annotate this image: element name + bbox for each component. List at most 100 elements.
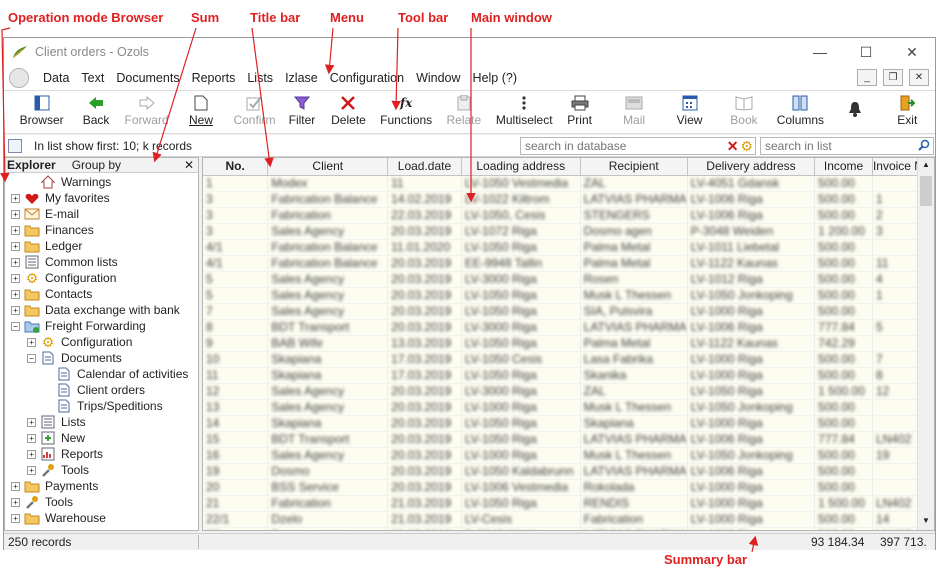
table-row[interactable]: 23 Dosmo agenss 21.03.2019 P-3048 Weiden LAT… xyxy=(203,527,934,530)
multiselect-button[interactable]: Multiselect xyxy=(496,91,553,133)
expand-icon[interactable]: + xyxy=(11,513,20,523)
expand-icon[interactable]: + xyxy=(27,337,36,347)
tree-node[interactable]: + Reports xyxy=(27,446,103,462)
column-header[interactable]: Loading address xyxy=(461,158,581,176)
menu-window[interactable]: Window xyxy=(410,71,466,85)
menu-text[interactable]: Text xyxy=(75,71,110,85)
close-button[interactable]: ✕ xyxy=(889,38,935,66)
expand-icon[interactable]: + xyxy=(11,193,20,203)
tree-node[interactable]: + Contacts xyxy=(11,286,92,302)
table-row[interactable]: 4/1 Fabrication Balance 20.03.2019 EE-9948 … xyxy=(203,255,934,272)
table-row[interactable]: 3 Fabrication Balance 14.02.2019 LV-1022 Ki… xyxy=(203,191,934,208)
mdi-close-button[interactable]: ✕ xyxy=(909,69,929,86)
back-button[interactable]: Back xyxy=(79,91,113,133)
tree-node[interactable]: − Freight Forwarding xyxy=(11,318,146,334)
tree-node[interactable]: + E-mail xyxy=(11,206,79,222)
table-row[interactable]: 10 Skapiana 17.03.2019 LV-1050 Cesis Lasa Fa… xyxy=(203,351,934,368)
list-settings-icon[interactable] xyxy=(8,138,22,153)
tree-node[interactable]: Trips/Speditions xyxy=(56,398,163,414)
scroll-down-arrow-icon[interactable]: ▼ xyxy=(920,516,932,528)
expand-icon[interactable]: + xyxy=(27,433,36,443)
scroll-up-arrow-icon[interactable]: ▲ xyxy=(920,160,932,172)
tree-node[interactable]: + Ledger xyxy=(11,238,82,254)
tree-node[interactable]: Calendar of activities xyxy=(56,366,188,382)
column-header[interactable]: Recipient xyxy=(580,158,688,176)
title-bar[interactable]: Client orders - Ozols — ☐ ✕ xyxy=(4,38,935,66)
tree-node[interactable]: + Warehouse xyxy=(11,510,106,526)
expand-icon[interactable]: + xyxy=(11,305,20,315)
menu-reports[interactable]: Reports xyxy=(186,71,242,85)
table-row[interactable]: 11 Skapiana 17.03.2019 LV-1050 Riga Skanika L… xyxy=(203,367,934,384)
table-row[interactable]: 15 BDT Transport 20.03.2019 LV-1050 Riga LAT… xyxy=(203,431,934,448)
table-row[interactable]: 22/1 Dzelo 21.03.2019 LV-Cesis Fabrication LV… xyxy=(203,511,934,528)
table-row[interactable]: 1 Modex 11 LV-1050 Vestmedia ZAL LV-4051 Gdan… xyxy=(203,175,934,192)
table-row[interactable]: 13 Sales Agency 20.03.2019 LV-1000 Riga Musk… xyxy=(203,399,934,416)
search-database-input[interactable] xyxy=(521,139,727,153)
menu-documents[interactable]: Documents xyxy=(110,71,185,85)
new-button[interactable]: New xyxy=(180,91,222,133)
tree-node[interactable]: + Tools xyxy=(27,462,89,478)
minimize-button[interactable]: — xyxy=(797,38,843,66)
table-row[interactable]: 5 Sales Agency 20.03.2019 LV-3000 Riga Rosen… xyxy=(203,271,934,288)
maximize-button[interactable]: ☐ xyxy=(843,38,889,66)
expand-icon[interactable]: + xyxy=(11,481,20,491)
expand-icon[interactable]: + xyxy=(11,209,20,219)
table-row[interactable]: 3 Sales Agency 20.03.2019 LV-1072 Riga Dosmo… xyxy=(203,223,934,240)
mdi-minimize-button[interactable]: _ xyxy=(857,69,877,86)
table-row[interactable]: 20 BSS Service 20.03.2019 LV-1006 Vestmedia… xyxy=(203,479,934,496)
column-header[interactable]: Client xyxy=(267,158,389,176)
expand-icon[interactable]: + xyxy=(11,273,20,283)
scroll-thumb[interactable] xyxy=(920,176,932,206)
tree-node[interactable]: + Finances xyxy=(11,222,94,238)
tree-node[interactable]: + ⚙ Configuration xyxy=(11,270,116,286)
tree-node[interactable]: + ⚙ Configuration xyxy=(27,334,132,350)
delete-button[interactable]: Delete xyxy=(317,91,380,133)
columns-button[interactable]: Columns xyxy=(771,91,830,133)
search-settings-gear-icon[interactable]: ⚙ xyxy=(740,138,753,155)
tree-node[interactable]: + Data exchange with bank xyxy=(11,302,180,318)
table-row[interactable]: 8 BDT Transport 20.03.2019 LV-3000 Riga LATV… xyxy=(203,319,934,336)
expand-icon[interactable]: + xyxy=(27,417,36,427)
system-menu-icon[interactable] xyxy=(9,68,29,88)
clear-search-icon[interactable]: ✕ xyxy=(727,138,739,155)
expand-icon[interactable]: + xyxy=(11,241,20,251)
expand-icon[interactable]: + xyxy=(27,465,36,475)
tree-node[interactable]: Client orders xyxy=(56,382,145,398)
tree-node[interactable]: − Documents xyxy=(27,350,122,366)
filter-button[interactable]: Filter xyxy=(287,91,317,133)
table-row[interactable]: 9 BAB Wife 13.03.2019 LV-1050 Riga Palma Met… xyxy=(203,335,934,352)
functions-button[interactable]: fx Functions xyxy=(380,91,432,133)
view-button[interactable]: View xyxy=(662,91,717,133)
table-row[interactable]: 5 Sales Agency 20.03.2019 LV-1050 Riga Musk … xyxy=(203,287,934,304)
tree-node[interactable]: + New xyxy=(27,430,85,446)
menu-izlase[interactable]: Izlase xyxy=(279,71,324,85)
search-list-input[interactable] xyxy=(761,139,918,153)
confirm-button[interactable]: Confirm xyxy=(222,91,287,133)
tree-node[interactable]: + My favorites xyxy=(11,190,110,206)
column-header[interactable]: Load.date xyxy=(387,158,462,176)
tree-node[interactable]: + Payments xyxy=(11,478,98,494)
mail-button[interactable]: Mail xyxy=(606,91,661,133)
exit-button[interactable]: Exit xyxy=(880,91,935,133)
table-row[interactable]: 3 Fabrication 22.03.2019 LV-1050, Cesis STEN… xyxy=(203,207,934,224)
collapse-icon[interactable]: − xyxy=(11,321,20,331)
table-row[interactable]: 16 Sales Agency 20.03.2019 LV-1000 Riga Musk… xyxy=(203,447,934,464)
tree-node[interactable]: + Tools xyxy=(11,494,73,510)
expand-icon[interactable]: + xyxy=(27,449,36,459)
column-header[interactable]: No. xyxy=(203,158,269,176)
menu-data[interactable]: Data xyxy=(37,71,75,85)
menu-help[interactable]: Help (?) xyxy=(467,71,523,85)
tree-node[interactable]: Warnings xyxy=(40,174,111,190)
table-row[interactable]: 12 Sales Agency 20.03.2019 LV-3000 Riga ZAL L… xyxy=(203,383,934,400)
explorer-close-button[interactable]: ✕ xyxy=(184,158,194,172)
notifications-button[interactable] xyxy=(830,91,880,133)
table-row[interactable]: 14 Skapiana 20.03.2019 LV-1050 Riga Skapiana… xyxy=(203,415,934,432)
column-header[interactable]: Income xyxy=(814,158,873,176)
group-by-button[interactable]: Group by xyxy=(72,158,121,172)
print-button[interactable]: Print xyxy=(553,91,606,133)
menu-configuration[interactable]: Configuration xyxy=(324,71,410,85)
table-row[interactable]: 7 Sales Agency 20.03.2019 LV-1050 Riga SIA, … xyxy=(203,303,934,320)
expand-icon[interactable]: + xyxy=(11,289,20,299)
tree-node[interactable]: + Common lists xyxy=(11,254,118,270)
table-row[interactable]: 21 Fabrication 21.03.2019 LV-1050 Riga RENDI… xyxy=(203,495,934,512)
